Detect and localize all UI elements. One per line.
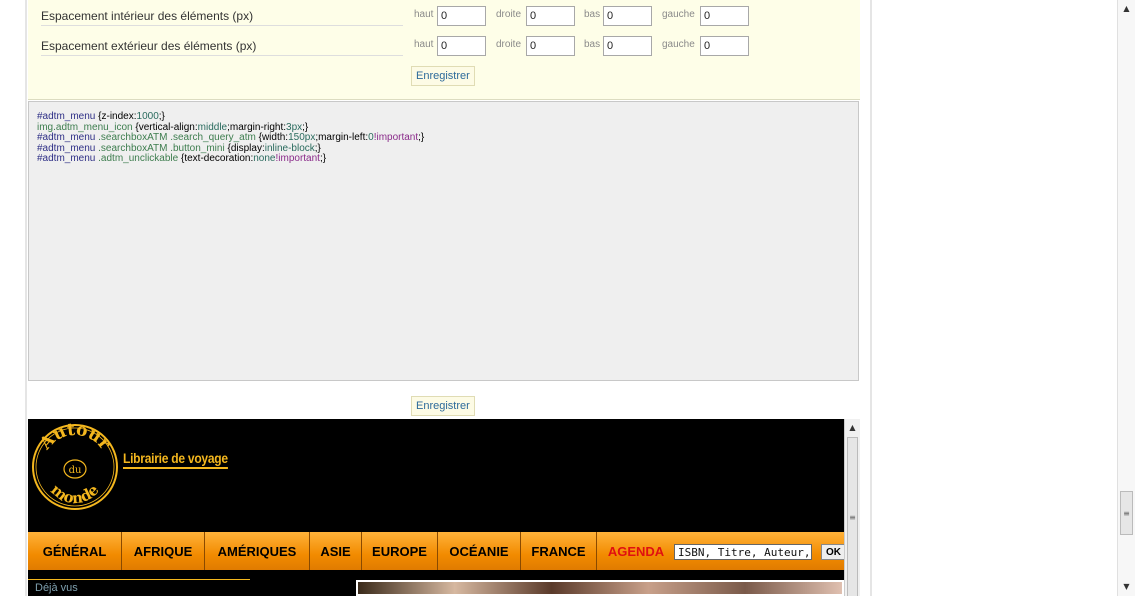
menu-item-france[interactable]: FRANCE [521,532,597,570]
deja-vus-heading: Déjà vus [35,582,78,594]
margin-bottom-label: bas [584,39,601,50]
scroll-down-arrow-icon[interactable]: ▼ [1118,578,1135,594]
menu-item-asie[interactable]: ASIE [310,532,362,570]
page: Espacement intérieur des éléments (px) h… [0,0,1135,596]
spacing-config-panel: Espacement intérieur des éléments (px) h… [28,0,860,100]
page-scrollbar[interactable]: ▲ ≡ ▼ [1117,0,1135,596]
scroll-up-arrow-icon[interactable]: ▲ [1118,0,1135,16]
content-left-border [25,0,27,596]
menu-preview-frame: Autour du monde Librairie de voyage GÉNÉ… [28,419,860,596]
custom-css-editor[interactable]: #adtm_menu {z-index:1000;} img.adtm_menu… [28,101,859,381]
logo-tagline: Librairie de voyage [123,450,228,469]
padding-right-input[interactable] [526,6,575,26]
margin-right-label: droite [496,39,522,50]
padding-right-label: droite [496,9,522,20]
css-line: #adtm_menu .adtm_unclickable {text-decor… [37,153,327,164]
padding-bottom-input[interactable] [603,6,652,26]
padding-top-label: haut [414,9,434,20]
save-button-bottom[interactable]: Enregistrer [411,396,475,416]
margin-left-label: gauche [662,39,695,50]
padding-row-label: Espacement intérieur des éléments (px) [41,9,403,26]
menu-search-input[interactable] [674,544,812,560]
padding-left-label: gauche [662,9,695,20]
margin-bottom-input[interactable] [603,36,652,56]
menu-item-ameriques[interactable]: AMÉRIQUES [205,532,310,570]
deja-vus-divider [28,579,250,580]
save-button[interactable]: Enregistrer [411,66,475,86]
logo-middle-text: du [69,465,82,476]
menu-item-agenda[interactable]: AGENDA [597,532,675,570]
padding-left-input[interactable] [700,6,749,26]
menu-item-afrique[interactable]: AFRIQUE [122,532,205,570]
padding-bottom-label: bas [584,9,601,20]
margin-top-label: haut [414,39,434,50]
margin-top-input[interactable] [437,36,486,56]
menu-item-oceanie[interactable]: OCÉANIE [438,532,521,570]
menu-item-general[interactable]: GÉNÉRAL [28,532,122,570]
padding-top-input[interactable] [437,6,486,26]
preview-banner-image [356,580,844,596]
margin-left-input[interactable] [700,36,749,56]
page-scrollbar-thumb[interactable]: ≡ [1120,491,1133,535]
preview-scrollbar[interactable]: ▲ ≡ [844,419,860,596]
margin-right-input[interactable] [526,36,575,56]
margin-row-label: Espacement extérieur des éléments (px) [41,39,403,56]
content-right-border [870,0,872,596]
autour-du-monde-logo: Autour du monde [32,423,118,510]
search-ok-button[interactable]: OK [821,544,846,560]
scroll-up-arrow-icon[interactable]: ▲ [845,419,860,435]
menu-item-europe[interactable]: EUROPE [362,532,438,570]
preview-scrollbar-thumb[interactable]: ≡ [847,437,858,596]
